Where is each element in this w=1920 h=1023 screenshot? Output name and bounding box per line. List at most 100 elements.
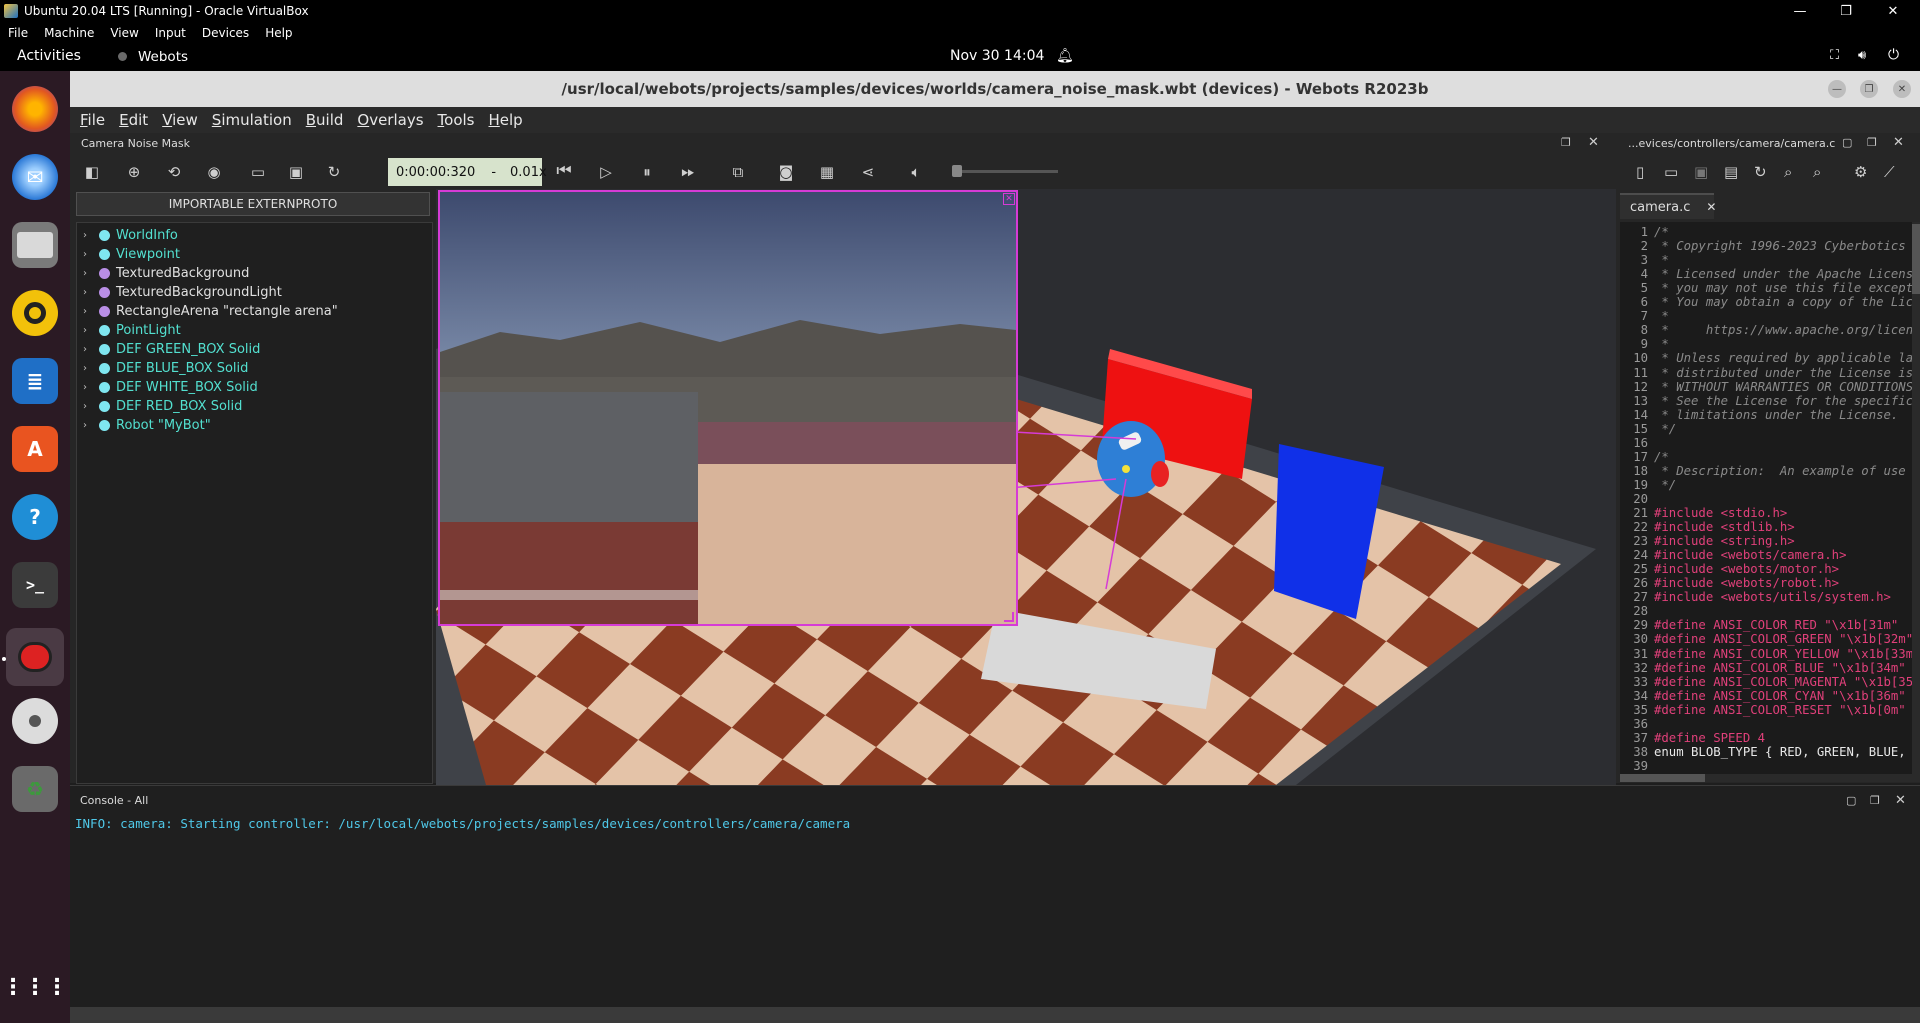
vbox-menu-machine[interactable]: Machine <box>36 26 102 40</box>
save-world-icon[interactable]: ▣ <box>286 162 306 182</box>
close-icon[interactable]: ✕ <box>1870 0 1916 22</box>
replace-icon[interactable]: ⌕ <box>1813 163 1821 181</box>
trash-icon[interactable]: ♻ <box>12 766 58 812</box>
scene-tree-item[interactable]: › Viewpoint <box>83 245 180 264</box>
perspective-cube-icon[interactable]: ⧉ <box>728 162 748 182</box>
screenshot-icon[interactable]: ◙ <box>776 162 796 182</box>
expand-arrow-icon[interactable]: › <box>83 268 97 279</box>
webots-maximize-icon[interactable]: ❐ <box>1860 80 1878 98</box>
save-all-icon[interactable]: ▤ <box>1724 163 1738 181</box>
active-app-name[interactable]: Webots <box>138 49 188 65</box>
expand-arrow-icon[interactable]: › <box>83 230 97 241</box>
step-back-icon[interactable]: ⏮ <box>554 161 574 181</box>
expand-arrow-icon[interactable]: › <box>83 306 97 317</box>
code-editor[interactable]: 1/* 2 * Copyright 1996-2023 Cyberbotics L… <box>1620 222 1920 782</box>
expand-arrow-icon[interactable]: › <box>83 401 97 412</box>
volume-icon[interactable]: 🔊︎ <box>1858 48 1866 63</box>
volume-slider-handle[interactable] <box>952 165 962 177</box>
scene-tree-item[interactable]: › DEF RED_BOX Solid <box>83 397 242 416</box>
play-icon[interactable]: ▷ <box>596 162 616 182</box>
webots-minimize-icon[interactable]: — <box>1828 80 1846 98</box>
writer-icon[interactable]: ≣ <box>12 358 58 404</box>
menu-view[interactable]: View <box>162 111 198 129</box>
add-node-icon[interactable]: ⊕ <box>124 162 144 182</box>
volume-slider[interactable] <box>954 170 1058 173</box>
vbox-menu-devices[interactable]: Devices <box>194 26 257 40</box>
expand-arrow-icon[interactable]: › <box>83 325 97 336</box>
vbox-menu-help[interactable]: Help <box>257 26 300 40</box>
share-icon[interactable]: ⋖ <box>858 162 878 182</box>
scene-tree-item[interactable]: › DEF BLUE_BOX Solid <box>83 359 248 378</box>
webots-icon[interactable] <box>6 628 64 686</box>
fast-forward-icon[interactable]: ⏩︎ <box>678 162 698 182</box>
software-icon[interactable]: A <box>12 426 58 472</box>
camera-overlay-close-icon[interactable]: ✕ <box>1003 193 1015 205</box>
help-icon[interactable]: ? <box>12 494 58 540</box>
new-file-icon[interactable]: ▯ <box>1636 163 1644 181</box>
menu-help[interactable]: Help <box>489 111 523 129</box>
scene-tree-item[interactable]: › TexturedBackground <box>83 264 249 283</box>
reload-world-icon[interactable]: ⟲ <box>164 162 184 182</box>
expand-arrow-icon[interactable]: › <box>83 287 97 298</box>
firefox-icon[interactable] <box>12 86 58 132</box>
power-icon[interactable]: ⏻ <box>1888 47 1899 63</box>
scene-panel-close-icon[interactable]: ✕ <box>1588 135 1599 150</box>
scene-tree-item[interactable]: › DEF GREEN_BOX Solid <box>83 340 260 359</box>
editor-tab-close-icon[interactable]: ✕ <box>1706 200 1716 214</box>
rhythmbox-icon[interactable] <box>12 290 58 336</box>
menu-build[interactable]: Build <box>306 111 344 129</box>
editor-panel-restore-icon[interactable]: ▢ <box>1842 136 1852 149</box>
camera-overlay-resize-handle[interactable] <box>1004 612 1014 622</box>
console-close-icon[interactable]: ✕ <box>1895 793 1906 808</box>
expand-arrow-icon[interactable]: › <box>83 249 97 260</box>
menu-edit[interactable]: Edit <box>119 111 148 129</box>
scene-tree-item[interactable]: › RectangleArena "rectangle arena" <box>83 302 338 321</box>
editor-scrollbar[interactable] <box>1912 222 1920 782</box>
vbox-menu-view[interactable]: View <box>102 26 146 40</box>
terminal-icon[interactable]: >_ <box>12 562 58 608</box>
thunderbird-icon[interactable]: ✉ <box>12 154 58 200</box>
scene-tree-item[interactable]: › DEF WHITE_BOX Solid <box>83 378 258 397</box>
save-file-icon[interactable]: ▣ <box>1694 163 1708 181</box>
clean-broom-icon[interactable]: ⟋ <box>1884 163 1895 181</box>
toggle-scene-tree-icon[interactable]: ◧ <box>82 162 102 182</box>
view-eye-icon[interactable]: ◉ <box>204 162 224 182</box>
menu-file[interactable]: File <box>80 111 105 129</box>
revert-file-icon[interactable]: ↻ <box>1754 163 1767 181</box>
record-movie-icon[interactable]: ▦ <box>817 162 837 182</box>
pause-icon[interactable]: ⏸ <box>637 162 657 182</box>
reset-simulation-icon[interactable]: ↻ <box>324 162 344 182</box>
restore-icon[interactable]: ❐ <box>1823 0 1869 22</box>
editor-panel-close-icon[interactable]: ✕ <box>1893 135 1904 150</box>
scene-tree-item[interactable]: › WorldInfo <box>83 226 178 245</box>
scene-tree-item[interactable]: › PointLight <box>83 321 181 340</box>
notification-bell-icon[interactable]: 🔔︎ <box>1056 48 1074 64</box>
editor-hscrollbar[interactable] <box>1620 774 1912 782</box>
files-icon[interactable] <box>12 222 58 268</box>
expand-arrow-icon[interactable]: › <box>83 420 97 431</box>
camera-overlay[interactable]: ✕ <box>438 190 1018 626</box>
importable-externproto-button[interactable]: IMPORTABLE EXTERNPROTO <box>76 192 430 216</box>
network-icon[interactable]: ⛶ <box>1830 48 1839 63</box>
expand-arrow-icon[interactable]: › <box>83 382 97 393</box>
scene-tree-item[interactable]: › Robot "MyBot" <box>83 416 211 435</box>
app-grid-icon[interactable]: ⋮⋮⋮ <box>2 964 68 1010</box>
webots-close-icon[interactable]: ✕ <box>1893 80 1911 98</box>
vbox-menu-file[interactable]: File <box>0 26 36 40</box>
editor-panel-float-icon[interactable]: ❐ <box>1867 136 1877 149</box>
minimize-icon[interactable]: — <box>1777 0 1823 22</box>
expand-arrow-icon[interactable]: › <box>83 344 97 355</box>
vbox-menu-input[interactable]: Input <box>147 26 194 40</box>
clock[interactable]: Nov 30 14:04 <box>950 48 1044 64</box>
menu-simulation[interactable]: Simulation <box>212 111 292 129</box>
scene-tree-item[interactable]: › TexturedBackgroundLight <box>83 283 282 302</box>
find-icon[interactable]: ⌕ <box>1784 163 1792 181</box>
mute-sound-icon[interactable]: 🔈︎ <box>906 162 926 182</box>
menu-overlays[interactable]: Overlays <box>357 111 423 129</box>
console-restore-icon[interactable]: ▢ <box>1846 794 1856 807</box>
scene-panel-float-icon[interactable]: ❐ <box>1561 136 1571 149</box>
editor-tab-camera-c[interactable]: camera.c ✕ <box>1620 193 1716 219</box>
open-world-icon[interactable]: ▭ <box>248 162 268 182</box>
activities-button[interactable]: Activities <box>17 48 81 64</box>
open-file-icon[interactable]: ▭ <box>1664 163 1678 181</box>
